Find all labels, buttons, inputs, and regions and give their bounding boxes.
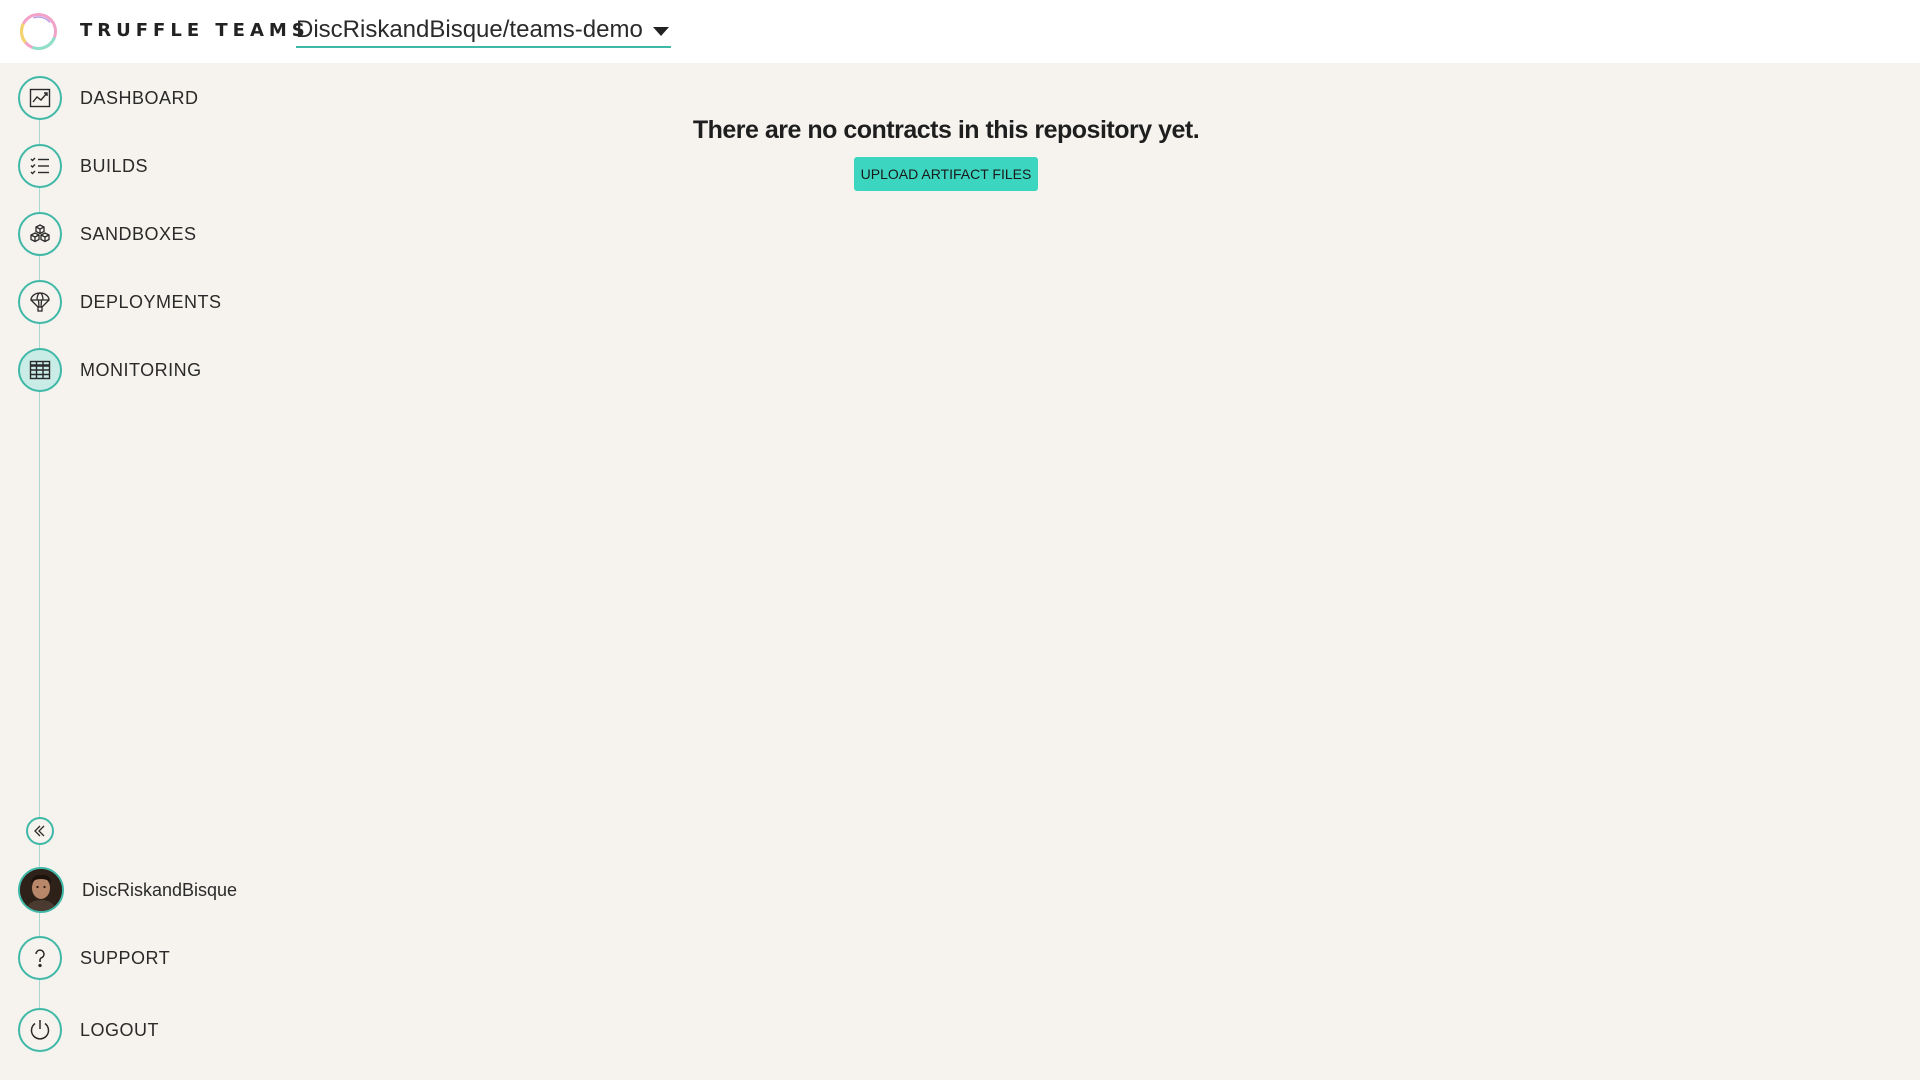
- sidebar-item-logout[interactable]: LOGOUT: [18, 1008, 159, 1052]
- upload-artifact-files-button[interactable]: UPLOAD ARTIFACT FILES: [854, 157, 1038, 191]
- sidebar-item-deployments[interactable]: DEPLOYMENTS: [18, 280, 222, 324]
- sidebar-item-sandboxes[interactable]: SANDBOXES: [18, 212, 197, 256]
- help-icon: [18, 936, 62, 980]
- sidebar-user-name: DiscRiskandBisque: [82, 879, 238, 900]
- cubes-icon: [18, 212, 62, 256]
- double-chevron-left-icon: [34, 825, 45, 837]
- avatar: [18, 867, 64, 913]
- sidebar-item-label: SUPPORT: [80, 947, 171, 968]
- sidebar-item-label: DEPLOYMENTS: [80, 291, 222, 312]
- sidebar-item-support[interactable]: SUPPORT: [18, 936, 170, 980]
- caret-down-icon: [652, 26, 669, 36]
- sidebar-item-label: MONITORING: [80, 359, 202, 380]
- sidebar-item-label: DASHBOARD: [80, 87, 199, 108]
- sidebar-item-label: BUILDS: [80, 155, 149, 176]
- sidebar-item-builds[interactable]: BUILDS: [18, 144, 148, 188]
- brand-title: TRUFFLE TEAMS: [80, 20, 310, 41]
- top-bar: TRUFFLE TEAMS DiscRiskandBisque/teams-de…: [0, 0, 1920, 63]
- sidebar-item-monitoring[interactable]: MONITORING: [18, 348, 202, 392]
- truffle-logo-icon[interactable]: [18, 11, 59, 52]
- parachute-icon: [18, 280, 62, 324]
- sidebar-item-user[interactable]: DiscRiskandBisque: [18, 867, 238, 913]
- sidebar-item-label: LOGOUT: [80, 1019, 160, 1040]
- sidebar-item-dashboard[interactable]: DASHBOARD: [18, 76, 199, 120]
- empty-state-message: There are no contracts in this repositor…: [692, 116, 1200, 144]
- sidebar-item-label: SANDBOXES: [80, 223, 197, 244]
- collapse-sidebar-button[interactable]: [26, 817, 54, 845]
- power-icon: [18, 1008, 62, 1052]
- chart-icon: [18, 76, 62, 120]
- repo-selector[interactable]: DiscRiskandBisque/teams-demo: [296, 14, 671, 48]
- repo-name: DiscRiskandBisque/teams-demo: [296, 16, 643, 43]
- checklist-icon: [18, 144, 62, 188]
- grid-table-icon: [18, 348, 62, 392]
